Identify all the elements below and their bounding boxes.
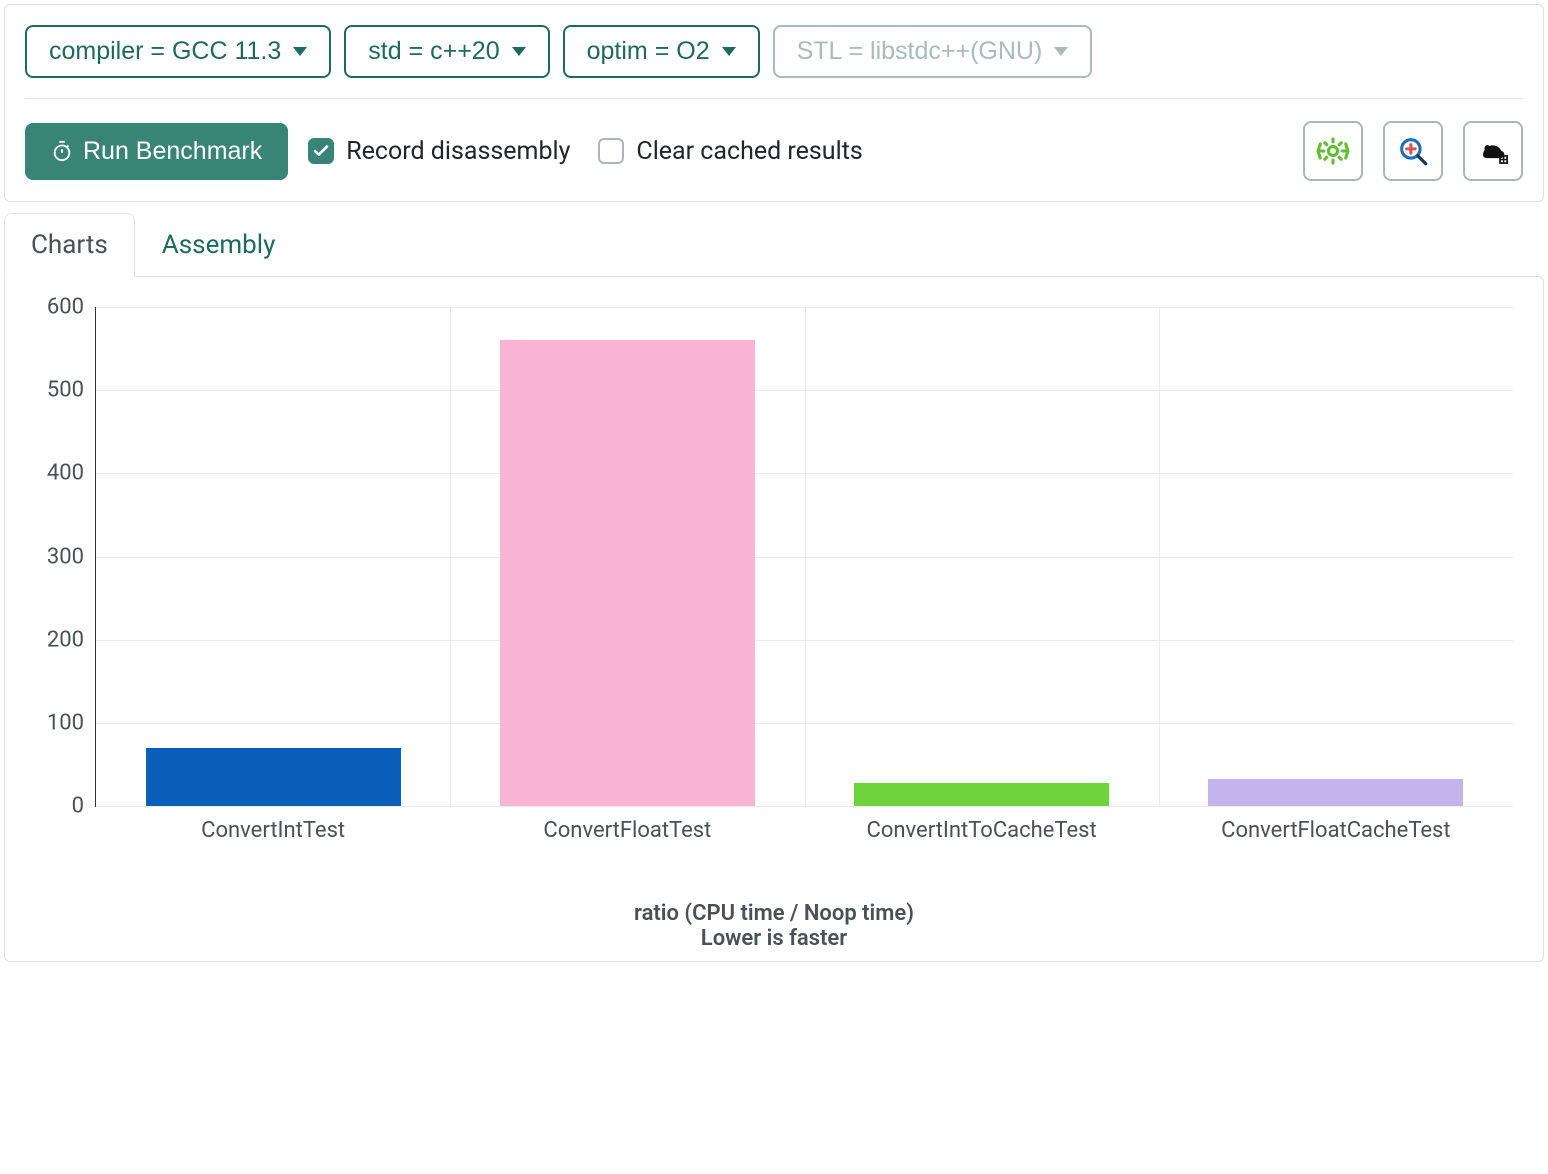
y-tick-label: 200 [47,627,96,652]
dropdown-label: compiler = GCC 11.3 [49,37,281,66]
dropdown-label: std = c++20 [368,37,499,66]
checkbox-group: Record disassembly Clear cached results [308,137,863,166]
checkbox-label: Record disassembly [346,137,570,166]
chart-plot: 0100200300400500600ConvertIntTestConvert… [95,307,1513,807]
chart-area: 0 100 200 300 400 500 600 ConvertIntTest Convert… [25,297,1523,897]
checkbox-1[interactable]: Clear cached results [598,137,862,166]
vertical-divider [1159,307,1160,806]
dropdown-label: STL = libstdc++(GNU) [797,37,1043,66]
config-dropdown-3: STL = libstdc++(GNU) [773,25,1093,78]
chevron-down-icon [722,47,736,56]
bar-0[interactable] [146,748,401,806]
vertical-divider [805,307,806,806]
bar-1[interactable] [500,340,755,806]
run-button-label: Run Benchmark [83,137,262,166]
checkbox-unchecked-icon [598,138,624,164]
tab-charts[interactable]: Charts [4,213,135,277]
chart-xsub: Lower is faster [25,926,1523,951]
y-tick-label: 600 [47,295,96,320]
x-tick-label: ConvertFloatTest [543,806,711,843]
checkbox-checked-icon [308,138,334,164]
x-tick-label: ConvertIntToCacheTest [867,806,1097,843]
bar-3[interactable] [1208,779,1463,806]
magnify-plus-icon [1396,134,1430,168]
config-panel: compiler = GCC 11.3 std = c++20 optim = O2… [4,4,1544,202]
y-tick-label: 100 [47,710,96,735]
y-tick-label: 500 [47,378,96,403]
checkbox-label: Clear cached results [636,137,862,166]
compiler-explorer-button[interactable] [1303,121,1363,181]
run-benchmark-button[interactable]: Run Benchmark [25,123,288,180]
checkbox-0[interactable]: Record disassembly [308,137,570,166]
chart-panel: 0 100 200 300 400 500 600 ConvertIntTest Convert… [4,276,1544,962]
config-dropdown-2[interactable]: optim = O2 [563,25,760,78]
config-dropdown-1[interactable]: std = c++20 [344,25,549,78]
vertical-divider [450,307,451,806]
inspect-button[interactable] [1383,121,1443,181]
stopwatch-icon [51,140,73,162]
config-dropdown-0[interactable]: compiler = GCC 11.3 [25,25,331,78]
chevron-down-icon [1054,47,1068,56]
godbolt-button[interactable] [1463,121,1523,181]
tab-assembly[interactable]: Assembly [135,213,303,277]
action-row: Run Benchmark Record disassembly Clear ca… [25,121,1523,181]
tabs-row: ChartsAssembly [4,213,1544,277]
chevron-down-icon [512,47,526,56]
gear-brackets-icon [1316,134,1350,168]
bar-2[interactable] [854,783,1109,806]
dropdown-label: optim = O2 [587,37,710,66]
x-tick-label: ConvertIntTest [201,806,345,843]
beaver-icon [1476,134,1510,168]
config-dropdown-row: compiler = GCC 11.3 std = c++20 optim = O2… [25,25,1523,99]
x-tick-label: ConvertFloatCacheTest [1221,806,1450,843]
y-tick-label: 0 [72,794,96,819]
y-tick-label: 300 [47,544,96,569]
y-tick-label: 400 [47,461,96,486]
chart-xlabel: ratio (CPU time / Noop time) [25,901,1523,926]
chevron-down-icon [293,47,307,56]
